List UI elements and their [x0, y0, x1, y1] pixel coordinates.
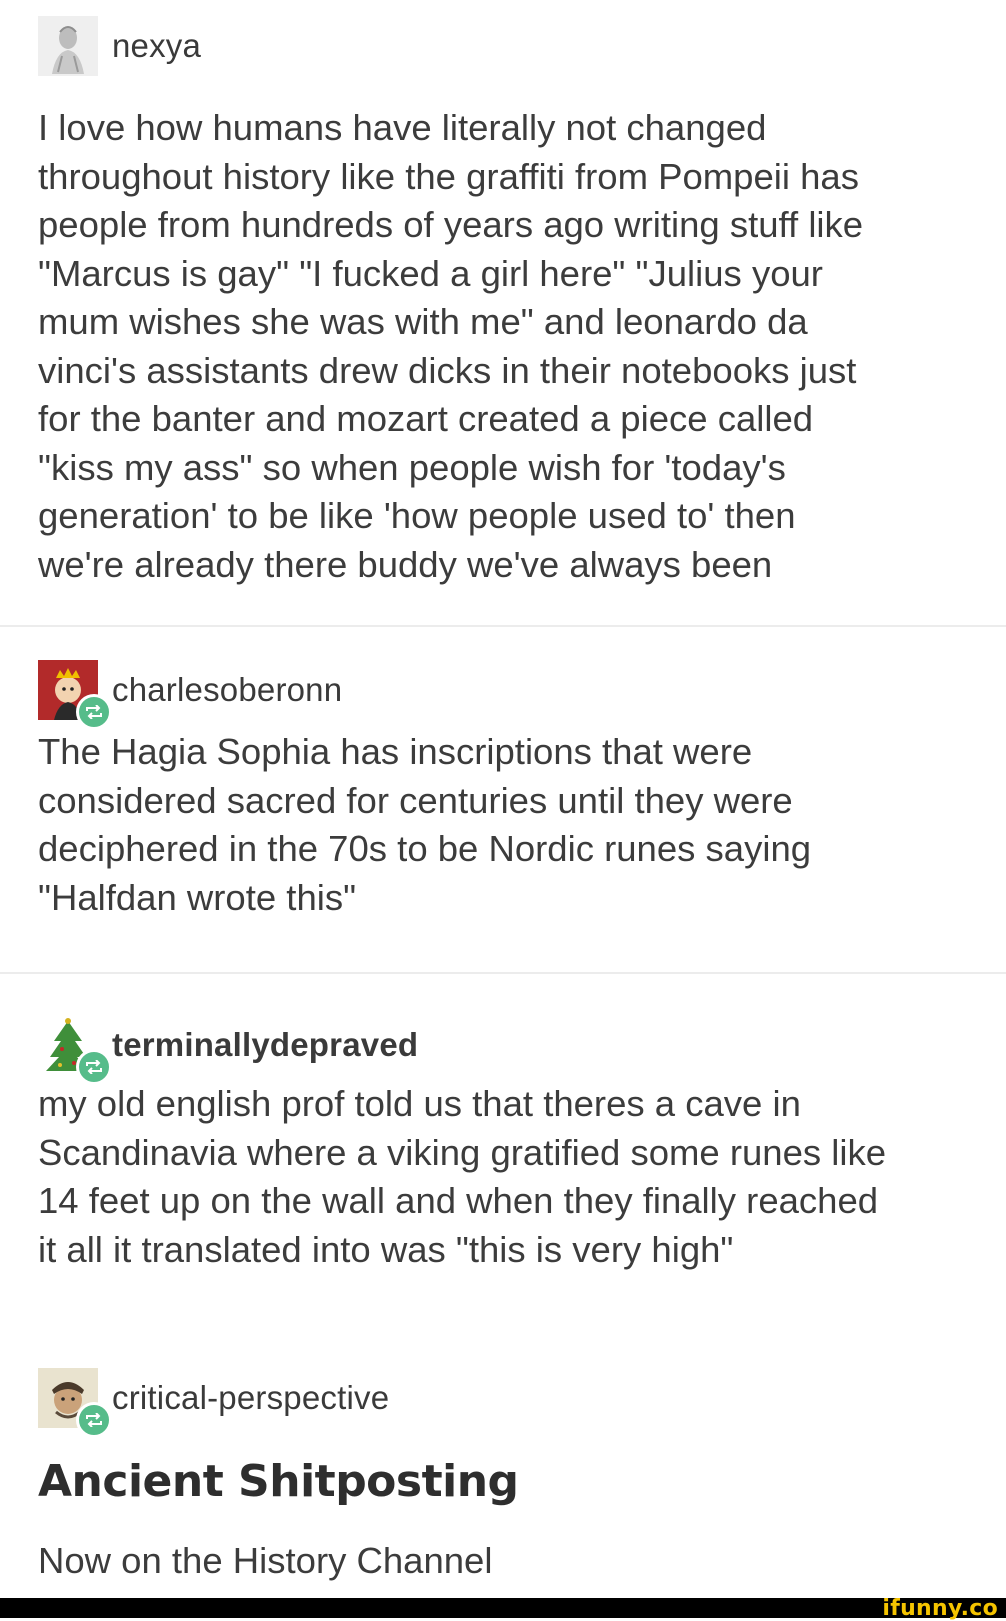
- avatar-critical-perspective[interactable]: [38, 1368, 112, 1438]
- statue-icon: [38, 16, 98, 76]
- post-title: Ancient Shitposting: [38, 1456, 519, 1507]
- reblog-icon: [76, 1402, 112, 1438]
- avatar-charlesoberonn[interactable]: [38, 660, 112, 730]
- divider: [0, 625, 1006, 627]
- username[interactable]: critical-perspective: [112, 1379, 389, 1417]
- username[interactable]: charlesoberonn: [112, 671, 342, 709]
- footer-bar: [0, 1598, 1006, 1618]
- post-body: The Hagia Sophia has inscriptions that w…: [38, 731, 812, 918]
- username[interactable]: terminallydepraved: [112, 1026, 418, 1064]
- post-body: Now on the History Channel: [38, 1540, 493, 1581]
- watermark: ifunny.co: [882, 1596, 998, 1621]
- divider: [0, 972, 1006, 974]
- post-body: I love how humans have literally not cha…: [38, 107, 864, 585]
- avatar-terminallydepraved[interactable]: [38, 1015, 112, 1085]
- post-body: my old english prof told us that theres …: [38, 1083, 887, 1270]
- reblog-icon: [76, 694, 112, 730]
- username[interactable]: nexya: [112, 27, 201, 65]
- avatar-nexya[interactable]: [38, 16, 98, 76]
